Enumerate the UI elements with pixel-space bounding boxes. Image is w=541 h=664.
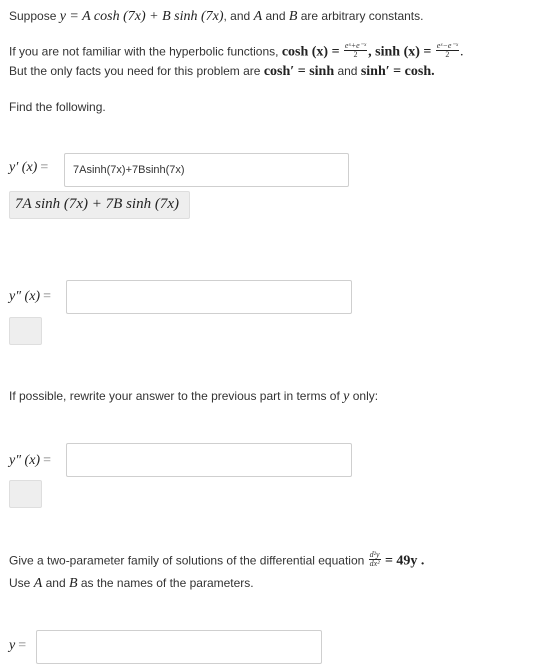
q4-answer-input[interactable] xyxy=(36,630,322,664)
deq-fraction: d²y dx² xyxy=(368,551,381,568)
find-instruction: Find the following. xyxy=(9,100,106,114)
facts-and: and xyxy=(337,64,358,78)
family-and: and xyxy=(45,576,66,590)
deq-denominator: dx² xyxy=(369,559,380,568)
family-param-b: B xyxy=(68,576,78,591)
q1-answer-input[interactable]: 7Asinh(7x)+7Bsinh(7x) xyxy=(64,153,349,187)
rewrite-suffix: only: xyxy=(352,389,379,403)
intro-prefix: Suppose xyxy=(9,9,57,23)
q2-label-text: y″ (x) xyxy=(9,289,41,304)
sinh-definition: , sinh (x) = xyxy=(368,44,432,60)
cosh-denominator: 2 xyxy=(353,50,358,59)
q3-equals: = xyxy=(43,453,51,468)
sinh-denominator: 2 xyxy=(445,50,450,59)
intro-mid: , and xyxy=(223,9,251,23)
q4-equals: = xyxy=(18,638,27,653)
family-param-a: A xyxy=(33,576,43,591)
fact-cosh: cosh′ = sinh xyxy=(263,64,335,79)
q1-label: y′ (x) = xyxy=(9,160,48,176)
q1-equals: = xyxy=(40,160,49,175)
rewrite-var: y xyxy=(343,389,350,404)
q2-answer-input[interactable] xyxy=(66,280,352,314)
rewrite-instruction: If possible, rewrite your answer to the … xyxy=(9,389,378,405)
q4-label-text: y xyxy=(9,638,16,653)
q2-equals: = xyxy=(43,289,51,304)
intro-var-a: A xyxy=(253,9,263,24)
q3-label: y″ (x) = xyxy=(9,453,51,469)
facts-prefix: But the only facts you need for this pro… xyxy=(9,64,261,78)
family-instruction-line-2: Use A and B as the names of the paramete… xyxy=(9,576,254,592)
rewrite-prefix: If possible, rewrite your answer to the … xyxy=(9,389,340,403)
fact-sinh: sinh′ = cosh. xyxy=(360,64,435,79)
intro-line-1: Suppose y = A cosh (7x) + B sinh (7x), a… xyxy=(9,9,423,25)
q3-label-text: y″ (x) xyxy=(9,453,41,468)
intro-suffix: are arbitrary constants. xyxy=(300,9,424,23)
sinh-fraction: eˣ−e⁻ˣ 2 xyxy=(435,42,459,59)
q1-preview-text: 7A sinh (7x) + 7B sinh (7x) xyxy=(15,196,179,212)
q3-answer-input[interactable] xyxy=(66,443,352,477)
family-instruction-line-1: Give a two-parameter family of solutions… xyxy=(9,551,425,570)
cosh-fraction: eˣ+e⁻ˣ 2 xyxy=(343,42,368,59)
intro-line-3: But the only facts you need for this pro… xyxy=(9,64,435,80)
intro-and: and xyxy=(265,9,286,23)
cosh-definition: cosh (x) = xyxy=(281,44,340,60)
family-prefix: Give a two-parameter family of solutions… xyxy=(9,553,365,568)
intro-line-2: If you are not familiar with the hyperbo… xyxy=(9,41,464,60)
family-use: Use xyxy=(9,576,31,590)
hyperbolic-note: If you are not familiar with the hyperbo… xyxy=(9,44,279,59)
q1-preview: 7A sinh (7x) + 7B sinh (7x) xyxy=(9,191,190,219)
q2-preview xyxy=(9,317,42,345)
q1-label-text: y′ (x) xyxy=(9,160,38,175)
q4-label: y = xyxy=(9,638,26,654)
intro-equation: y = A cosh (7x) + B sinh (7x) xyxy=(59,9,224,24)
deq-rhs: = 49y . xyxy=(384,553,425,569)
family-suffix: as the names of the parameters. xyxy=(80,576,254,590)
q3-preview xyxy=(9,480,42,508)
intro-var-b: B xyxy=(288,9,298,24)
q2-label: y″ (x) = xyxy=(9,289,51,305)
